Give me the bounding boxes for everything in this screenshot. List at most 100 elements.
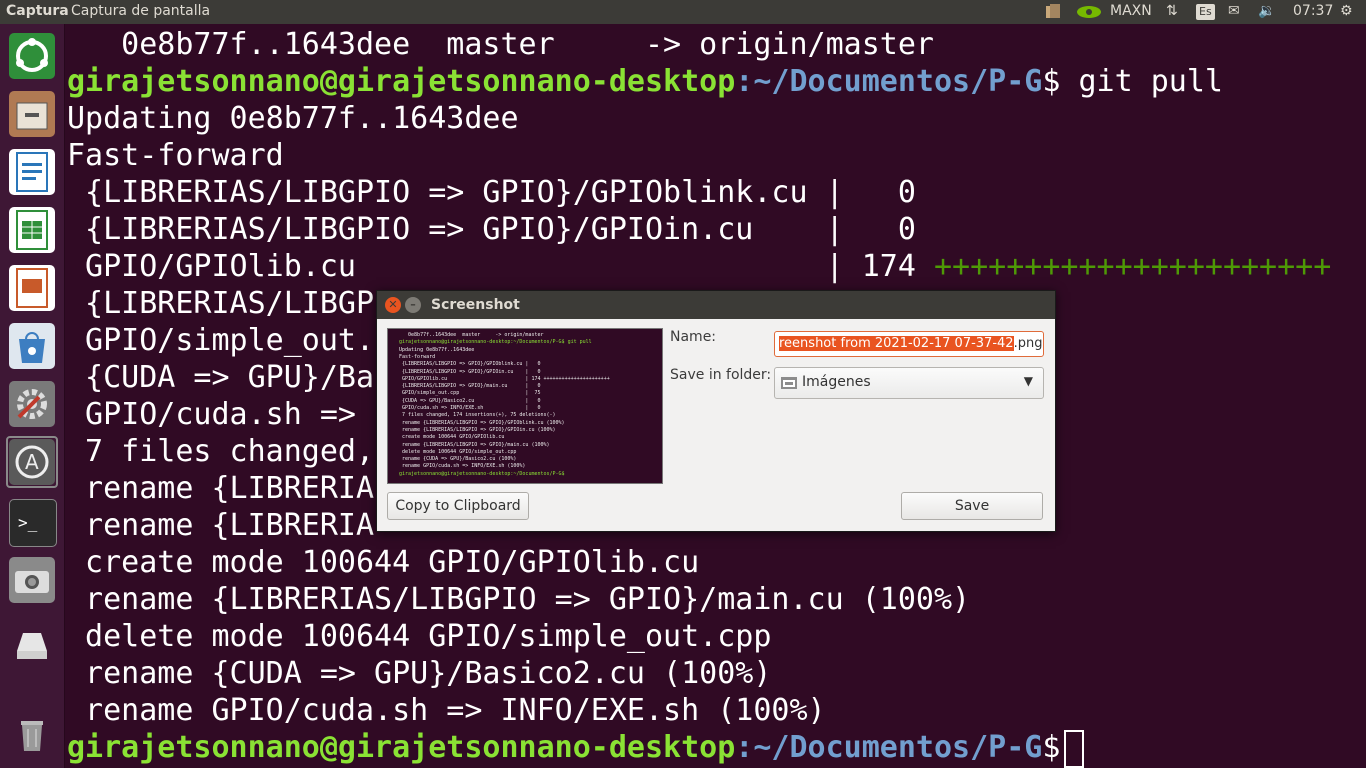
nvidia-mode-label[interactable]: MAXN: [1110, 3, 1152, 19]
preview-line: 7 files changed, 174 insertions(+), 75 d…: [399, 412, 556, 419]
svg-text:>_: >_: [18, 513, 38, 532]
launcher-impress[interactable]: [6, 262, 58, 314]
terminal-line: Fast-forward: [67, 138, 284, 173]
app-name: Captura: [6, 3, 69, 19]
launcher-dash[interactable]: [6, 30, 58, 82]
terminal-line-diffstat: GPIO/GPIOlib.cu | 174 ++++++++++++++++++…: [67, 248, 1331, 285]
launcher-software[interactable]: [6, 320, 58, 372]
file-name-text: reenshot from 2021-02-17 07-37-42.png: [779, 336, 1042, 351]
preview-line: {LIBRERIAS/LIBGPIO => GPIO}/GPIOblink.cu…: [399, 361, 541, 368]
preview-line: GPIO/simple_out.cpp | 75: [399, 390, 541, 397]
preview-line: delete mode 100644 GPIO/simple_out.cpp: [399, 448, 517, 455]
close-icon[interactable]: ✕: [385, 297, 401, 313]
transfer-icon[interactable]: ⇅: [1166, 3, 1178, 19]
launcher-updater[interactable]: A: [6, 436, 58, 488]
terminal-line: rename {LIBRERIAS/LIBGPIO => GPIO}/main.…: [67, 582, 971, 617]
preview-line: rename {LIBRERIAS/LIBGPIO => GPIO}/GPIOi…: [399, 426, 556, 433]
terminal-line: rename {LIBRERIA: [67, 508, 375, 543]
dialog-titlebar[interactable]: ✕ – Screenshot: [377, 291, 1055, 319]
svg-text:A: A: [25, 450, 39, 474]
impress-icon: [9, 265, 55, 311]
software-center-icon: [9, 323, 55, 369]
diffstat-plus: ++++++++++++++++++++++: [933, 249, 1332, 284]
files-icon: [9, 91, 55, 137]
terminal-line: rename {LIBRERIA: [67, 471, 375, 506]
drive-icon: [9, 621, 55, 667]
trash-icon: [9, 711, 55, 757]
file-name-selection: reenshot from 2021-02-17 07-37-42: [779, 336, 1014, 351]
save-folder-select[interactable]: Imágenes ▼: [774, 367, 1044, 399]
screenshot-icon: [9, 557, 55, 603]
copy-to-clipboard-button[interactable]: Copy to Clipboard: [387, 492, 529, 520]
system-settings-icon: [9, 381, 55, 427]
preview-line: {CUDA => GPU}/Basico2.cu | 0: [399, 397, 541, 404]
writer-icon: [9, 149, 55, 195]
launcher-settings[interactable]: [6, 378, 58, 430]
keyboard-layout[interactable]: Es: [1196, 3, 1215, 20]
diffstat-text: GPIO/GPIOlib.cu | 174: [67, 249, 934, 284]
terminal-line: rename {CUDA => GPU}/Basico2.cu (100%): [67, 656, 772, 691]
keyboard-layout-label: Es: [1196, 4, 1215, 20]
preview-line: rename {LIBRERIAS/LIBGPIO => GPIO}/main.…: [399, 441, 550, 448]
preview-line: Updating 0e8b77f..1643dee: [399, 346, 475, 353]
terminal-line: rename GPIO/cuda.sh => INFO/EXE.sh (100%…: [67, 693, 826, 728]
terminal-line: Updating 0e8b77f..1643dee: [67, 101, 519, 136]
folder-icon: [781, 375, 797, 393]
terminal-cursor[interactable]: [1064, 729, 1085, 768]
terminal-line: GPIO/cuda.sh =>: [67, 397, 375, 432]
terminal-icon: >_: [9, 499, 57, 547]
launcher-screenshot[interactable]: [6, 554, 58, 606]
prompt-end: $: [1042, 730, 1061, 765]
preview-line: girajetsonnano@girajetsonnano-desktop:~/…: [399, 339, 592, 346]
file-name-input[interactable]: reenshot from 2021-02-17 07-37-42.png: [774, 331, 1044, 357]
screenshot-preview: 0e8b77f..1643dee master -> origin/master…: [387, 328, 663, 484]
window-title: Captura de pantalla: [71, 3, 211, 19]
prompt-user: girajetsonnano@girajetsonnano-desktop: [67, 730, 736, 765]
top-panel: Captura Captura de pantalla MAXN ⇅ Es ✉ …: [0, 0, 1366, 24]
preview-line: rename GPIO/cuda.sh => INFO/EXE.sh (100%…: [399, 463, 526, 470]
terminal-line: delete mode 100644 GPIO/simple_out.cpp: [67, 619, 772, 654]
launcher-writer[interactable]: [6, 146, 58, 198]
preview-line: GPIO/cuda.sh => INFO/EXE.sh | 0: [399, 405, 541, 411]
volume-icon[interactable]: 🔉: [1258, 3, 1275, 19]
launcher: A >_: [0, 24, 65, 768]
preview-line: 0e8b77f..1643dee master -> origin/master: [399, 332, 544, 338]
preview-line: girajetsonnano@girajetsonnano-desktop:~/…: [399, 470, 565, 477]
launcher-calc[interactable]: [6, 204, 58, 256]
terminal-line: create mode 100644 GPIO/GPIOlib.cu: [67, 545, 700, 580]
preview-line: Fast-forward: [399, 353, 436, 360]
terminal-line: {LIBRERIAS/LIBGPIO => GPIO}/GPIOin.cu | …: [67, 212, 916, 247]
save-button[interactable]: Save: [901, 492, 1043, 520]
screenshot-dialog: ✕ – Screenshot 0e8b77f..1643dee master -…: [376, 290, 1056, 532]
chevron-down-icon: ▼: [1023, 374, 1033, 388]
power-icon[interactable]: ⚙: [1340, 3, 1353, 19]
prompt-path: :~/Documentos/P-G: [735, 730, 1043, 765]
prompt-user: girajetsonnano@girajetsonnano-desktop: [67, 64, 736, 99]
terminal-line: 7 files changed,: [67, 434, 375, 469]
preview-line: GPIO/GPIOlib.cu | 174 ++++++++++++++++++…: [399, 375, 610, 382]
preview-line: create mode 100644 GPIO/GPIOlib.cu: [399, 434, 505, 441]
network-icon[interactable]: [1043, 3, 1063, 25]
terminal-line: {CUDA => GPU}/Ba: [67, 360, 375, 395]
nvidia-icon[interactable]: [1075, 3, 1103, 25]
launcher-drive[interactable]: [6, 618, 58, 670]
dialog-title: Screenshot: [431, 297, 520, 313]
preview-line: rename {LIBRERIAS/LIBGPIO => GPIO}/GPIOb…: [399, 419, 565, 426]
prompt-command: $ git pull: [1042, 64, 1223, 99]
name-label: Name:: [670, 329, 717, 345]
ubuntu-dash-icon: [9, 33, 55, 79]
preview-line: {LIBRERIAS/LIBGPIO => GPIO}/GPIOin.cu | …: [399, 368, 541, 375]
preview-line: rename {CUDA => GPU}/Basico2.cu (100%): [399, 456, 517, 463]
terminal-line: {LIBRERIAS/LIBGPIO => GPIO}/GPIOblink.cu…: [67, 175, 916, 210]
terminal-prompt-line: girajetsonnano@girajetsonnano-desktop:~/…: [67, 729, 1085, 768]
launcher-files[interactable]: [6, 88, 58, 140]
file-name-extension: .png: [1013, 336, 1043, 351]
launcher-trash[interactable]: [6, 708, 58, 760]
minimize-icon[interactable]: –: [405, 297, 421, 313]
software-updater-icon: A: [9, 439, 55, 485]
launcher-terminal[interactable]: >_: [6, 496, 58, 548]
clock[interactable]: 07:37: [1293, 3, 1333, 19]
mail-icon[interactable]: ✉: [1228, 3, 1240, 19]
terminal-line: 0e8b77f..1643dee master -> origin/master: [67, 27, 934, 62]
folder-label: Save in folder:: [670, 367, 772, 383]
